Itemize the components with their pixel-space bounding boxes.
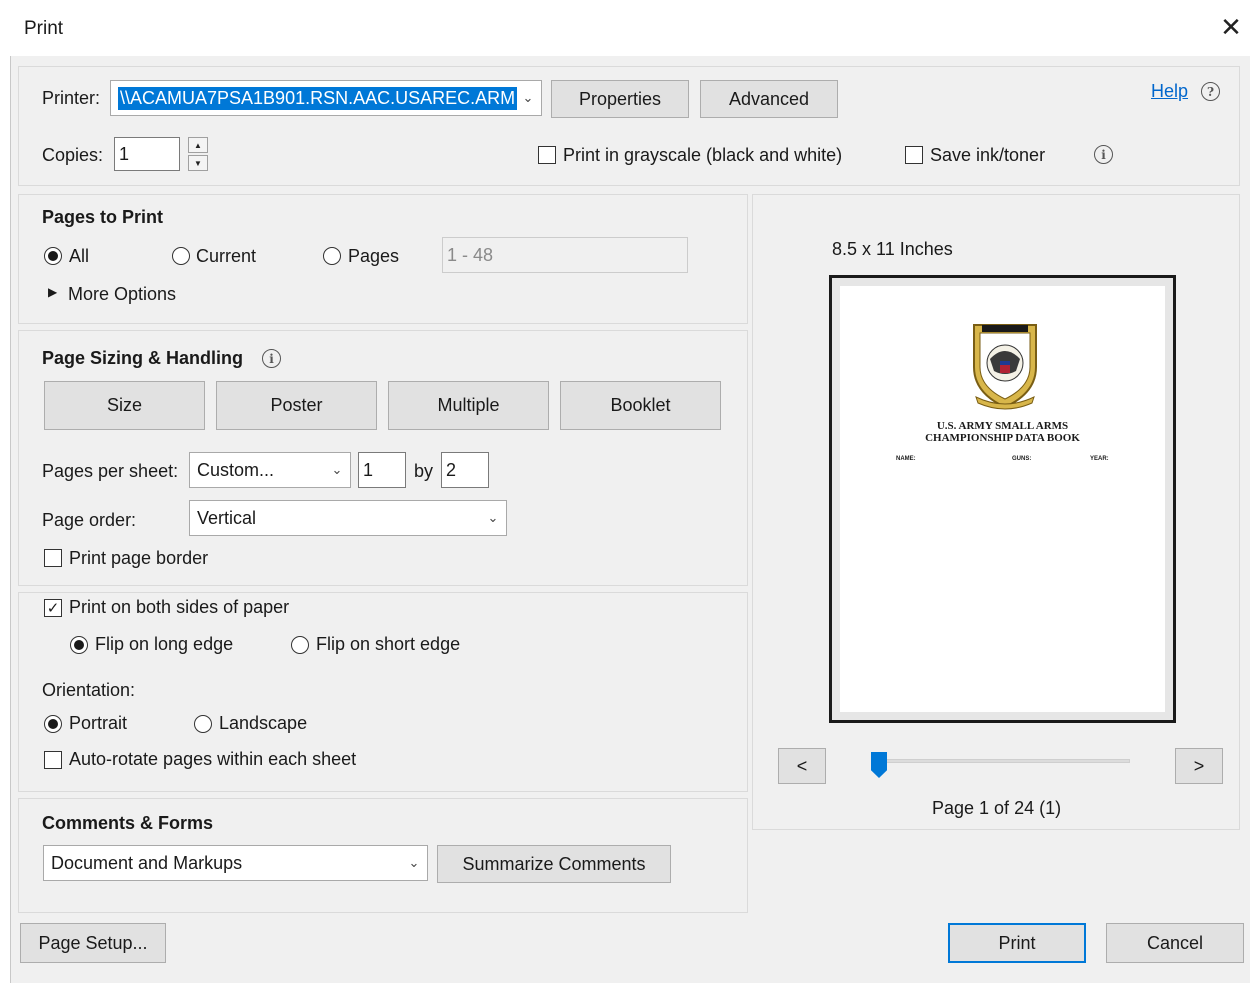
radio-dot (48, 251, 58, 261)
page-order-label: Page order: (42, 510, 137, 530)
print-button[interactable]: Print (948, 923, 1086, 963)
radio-current[interactable] (172, 247, 190, 265)
stepper-up-icon[interactable]: ▲ (188, 137, 208, 153)
checkmark-icon: ✓ (46, 599, 60, 617)
both-sides-label: Print on both sides of paper (69, 597, 290, 617)
page-slider-track[interactable] (872, 759, 1130, 763)
info-icon[interactable]: i (1094, 145, 1113, 164)
tab-multiple[interactable]: Multiple (388, 381, 549, 430)
pages-per-sheet-value: Custom... (197, 459, 275, 480)
chevron-down-icon: ⌄ (408, 855, 420, 870)
radio-current-label: Current (196, 246, 257, 266)
radio-all-label: All (69, 246, 90, 266)
tab-size[interactable]: Size (44, 381, 205, 430)
both-sides-checkbox[interactable]: ✓ (44, 599, 62, 617)
next-page-button[interactable]: > (1175, 748, 1223, 784)
copies-input[interactable]: 1 (114, 137, 180, 171)
radio-pages[interactable] (323, 247, 341, 265)
radio-landscape-label: Landscape (219, 713, 308, 733)
by-label: by (414, 461, 434, 481)
window-title: Print (24, 18, 64, 39)
pages-range-input[interactable]: 1 - 48 (442, 237, 688, 273)
chevron-down-icon: ⌄ (487, 510, 499, 525)
close-icon[interactable]: ✕ (1216, 12, 1246, 42)
preview-field-guns: GUNS: (1012, 456, 1032, 462)
grayscale-checkbox[interactable] (538, 146, 556, 164)
save-ink-label: Save ink/toner (930, 145, 1046, 165)
preview-doc-line2: CHAMPIONSHIP DATA BOOK (925, 432, 1080, 444)
page-order-select[interactable]: Vertical ⌄ (189, 500, 507, 536)
printer-selected-value: \\ACAMUA7PSA1B901.RSN.AAC.USAREC.ARM (118, 86, 518, 110)
chevron-down-icon: ⌄ (522, 90, 534, 105)
stepper-down-icon[interactable]: ▼ (188, 155, 208, 171)
preview-doc-line1: U.S. ARMY SMALL ARMS (936, 420, 1069, 432)
pages-per-sheet-select[interactable]: Custom... ⌄ (189, 452, 351, 488)
radio-landscape[interactable] (194, 715, 212, 733)
page-status: Page 1 of 24 (1) (932, 798, 1062, 818)
comments-select[interactable]: Document and Markups ⌄ (43, 845, 428, 881)
print-border-label: Print page border (69, 548, 209, 568)
orientation-label: Orientation: (42, 680, 136, 700)
copies-stepper[interactable]: ▲ ▼ (188, 137, 208, 171)
tab-booklet[interactable]: Booklet (560, 381, 721, 430)
autorotate-label: Auto-rotate pages within each sheet (69, 749, 357, 769)
triangle-right-icon[interactable]: ▶ (48, 285, 57, 299)
page-setup-button[interactable]: Page Setup... (20, 923, 166, 963)
save-ink-checkbox[interactable] (905, 146, 923, 164)
radio-short-edge-label: Flip on short edge (316, 634, 461, 654)
radio-short-edge[interactable] (291, 636, 309, 654)
radio-long-edge-label: Flip on long edge (95, 634, 234, 654)
comments-heading: Comments & Forms (42, 813, 214, 833)
columns-input[interactable]: 1 (358, 452, 406, 488)
pages-to-print-heading: Pages to Print (42, 207, 164, 227)
properties-button[interactable]: Properties (551, 80, 689, 118)
radio-pages-label: Pages (348, 246, 400, 266)
autorotate-checkbox[interactable] (44, 751, 62, 769)
prev-page-button[interactable]: < (778, 748, 826, 784)
more-options-toggle[interactable]: More Options (68, 284, 176, 305)
rows-input[interactable]: 2 (441, 452, 489, 488)
cancel-button[interactable]: Cancel (1106, 923, 1244, 963)
radio-portrait[interactable] (44, 715, 62, 733)
pages-per-sheet-label: Pages per sheet: (42, 461, 179, 481)
printer-label: Printer: (42, 88, 101, 108)
printer-select[interactable]: \\ACAMUA7PSA1B901.RSN.AAC.USAREC.ARM ⌄ (110, 80, 542, 116)
copies-label: Copies: (42, 145, 104, 165)
advanced-button[interactable]: Advanced (700, 80, 838, 118)
tab-poster[interactable]: Poster (216, 381, 377, 430)
grayscale-label: Print in grayscale (black and white) (563, 145, 843, 165)
help-link[interactable]: Help (1151, 81, 1188, 102)
comments-value: Document and Markups (51, 852, 243, 873)
page-sizing-heading: Page Sizing & Handling (42, 348, 244, 368)
radio-portrait-label: Portrait (69, 713, 128, 733)
paper-size-label: 8.5 x 11 Inches (832, 239, 953, 259)
page-order-value: Vertical (197, 507, 257, 528)
info-icon[interactable]: i (262, 349, 281, 368)
page-preview: U.S. ARMY SMALL ARMS CHAMPIONSHIP DATA B… (829, 275, 1176, 723)
help-question-icon[interactable]: ? (1201, 82, 1220, 101)
army-seal-icon (973, 324, 1037, 410)
preview-field-name: NAME: (896, 456, 916, 462)
radio-dot (74, 640, 84, 650)
preview-field-year: YEAR: (1090, 456, 1109, 462)
summarize-comments-button[interactable]: Summarize Comments (437, 845, 671, 883)
preview-page-sheet: U.S. ARMY SMALL ARMS CHAMPIONSHIP DATA B… (840, 286, 1165, 712)
radio-dot (48, 719, 58, 729)
print-border-checkbox[interactable] (44, 549, 62, 567)
radio-long-edge[interactable] (70, 636, 88, 654)
radio-all[interactable] (44, 247, 62, 265)
chevron-down-icon: ⌄ (331, 462, 343, 477)
